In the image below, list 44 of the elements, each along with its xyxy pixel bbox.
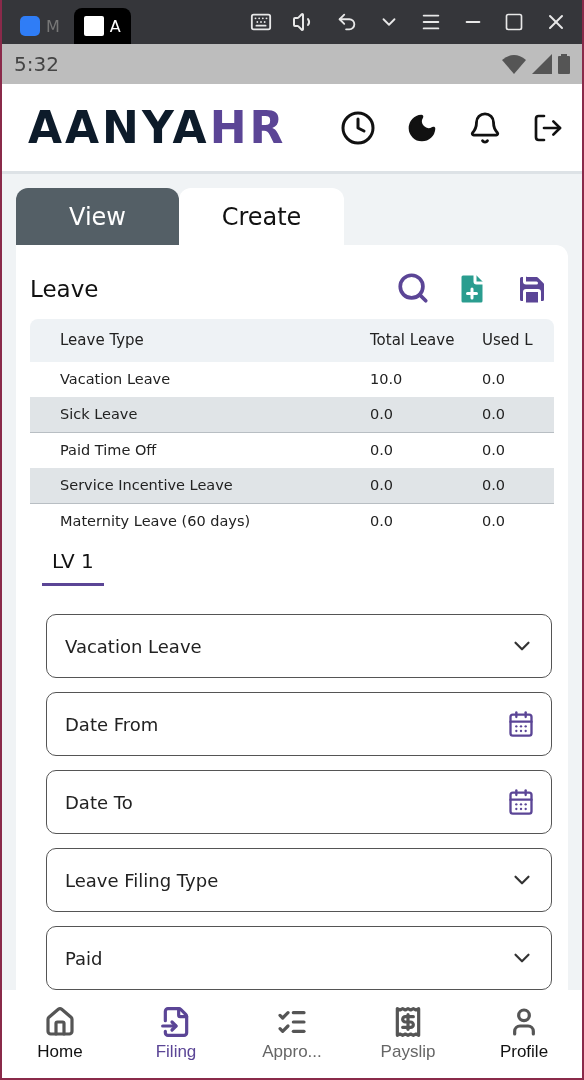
table-cell-text: Paid Time Off xyxy=(60,442,158,459)
table-cell-text: Vacation Leave xyxy=(60,371,172,388)
table-cell-text: 0.0 xyxy=(370,513,395,530)
table-cell-text: 0.0 xyxy=(482,371,507,388)
calendar-icon xyxy=(507,710,535,738)
table-cell-text: Maternity Leave (60 days) xyxy=(60,513,252,530)
nav-item[interactable]: Home xyxy=(10,1005,110,1063)
table-cell-text: 0.0 xyxy=(482,513,507,530)
section-title: Leave xyxy=(30,276,99,303)
browser-tab[interactable]: A xyxy=(73,8,131,44)
home-icon xyxy=(44,1006,76,1038)
clock-icon[interactable] xyxy=(340,109,376,146)
nav-item[interactable]: Profile xyxy=(474,1005,574,1063)
signal-icon xyxy=(532,54,552,74)
table-cell-text: 0.0 xyxy=(482,406,507,423)
date-field[interactable]: Date From xyxy=(46,692,552,756)
notification-icon[interactable] xyxy=(468,110,502,145)
table-cell-text: 0.0 xyxy=(482,477,507,494)
table-cell-text: 0.0 xyxy=(370,477,395,494)
nav-item[interactable]: Filing xyxy=(126,1005,226,1063)
table-cell-text: 0.0 xyxy=(482,442,507,459)
date-field[interactable]: Date To xyxy=(46,770,552,834)
table-cell-text: 0.0 xyxy=(370,406,395,423)
app-logo: AANYAHR xyxy=(28,102,287,153)
back-icon[interactable] xyxy=(336,11,358,33)
column-header: Total Leave xyxy=(370,331,456,350)
keyboard-icon[interactable] xyxy=(250,11,272,33)
search-icon[interactable] xyxy=(396,271,430,306)
table-cell-text: 10.0 xyxy=(370,371,404,388)
column-header: Used L xyxy=(482,331,534,350)
table-cell-text: Sick Leave xyxy=(60,406,139,423)
mode-tab[interactable]: Create xyxy=(179,188,344,245)
table-cell-text: 0.0 xyxy=(370,442,395,459)
form-tab[interactable]: LV 1 xyxy=(42,543,104,586)
select-field[interactable]: Leave Filing Type xyxy=(46,848,552,912)
select-field[interactable]: Vacation Leave xyxy=(46,614,552,678)
select-field[interactable]: Paid xyxy=(46,926,552,990)
calendar-icon xyxy=(507,788,535,816)
status-time: 5:32 xyxy=(14,52,59,76)
table-cell-text: Service Incentive Leave xyxy=(60,477,234,494)
column-header: Leave Type xyxy=(60,331,145,350)
maximize-icon[interactable] xyxy=(504,12,524,32)
wifi-icon xyxy=(502,54,526,74)
mode-tab[interactable]: View xyxy=(16,188,179,245)
